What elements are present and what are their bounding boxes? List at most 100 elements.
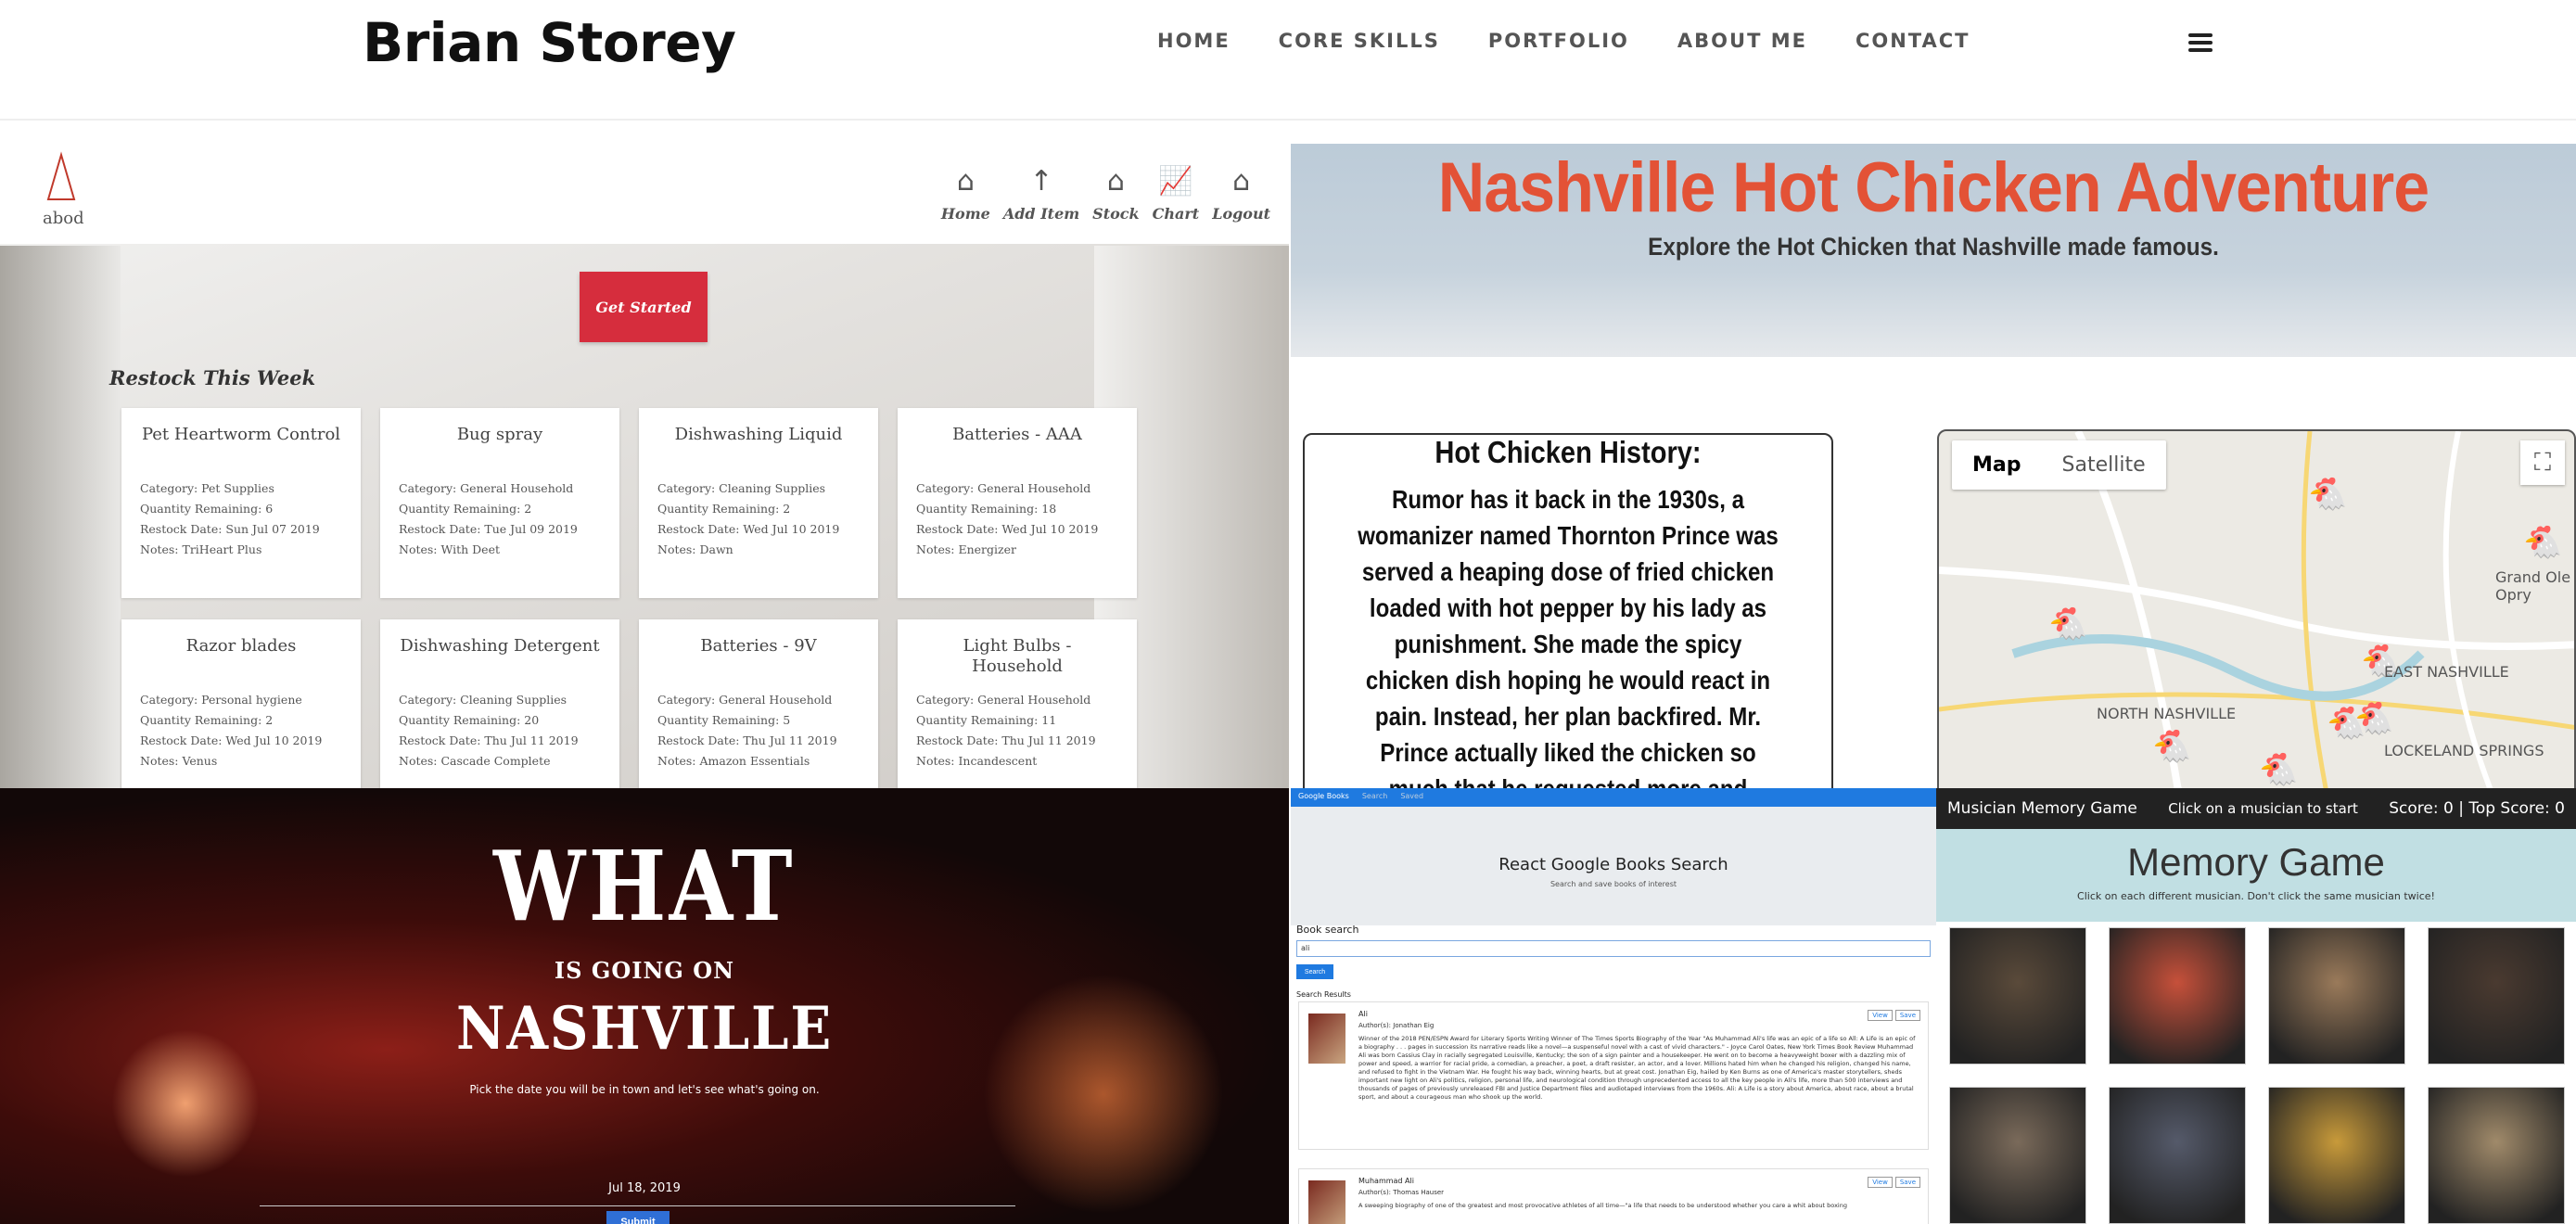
- restock-card[interactable]: Light Bulbs - Household Category: General…: [898, 619, 1137, 788]
- card-title: Light Bulbs - Household: [963, 636, 1072, 676]
- card-notes: Notes: Amazon Essentials: [657, 754, 810, 768]
- memory-grid: [1949, 927, 2565, 1224]
- fullscreen-icon[interactable]: ⛶: [2520, 440, 2565, 485]
- inv-nav-stock[interactable]: ⌂ Stock: [1092, 166, 1139, 223]
- restock-card[interactable]: Razor blades Category: Personal hygiene Qu…: [121, 619, 361, 788]
- portfolio-tile-hot-chicken[interactable]: Nashville Hot Chicken Adventure Explore …: [1291, 144, 2576, 788]
- memory-subtitle: Click on each different musician. Don't …: [2077, 890, 2435, 902]
- book-result: Muhammad Ali Author(s): Thomas Hauser A …: [1298, 1168, 1929, 1224]
- map-tab-satellite[interactable]: Satellite: [2042, 440, 2166, 490]
- restock-card[interactable]: Dishwashing Detergent Category: Cleaning …: [380, 619, 619, 788]
- memory-header: Memory Game Click on each different musi…: [1936, 829, 2576, 922]
- chicken-marker-icon[interactable]: 🐔: [2354, 700, 2393, 737]
- books-jumbotron: React Google Books Search Search and sav…: [1291, 807, 1936, 925]
- memory-score: Score: 0 | Top Score: 0: [2389, 799, 2565, 818]
- book-search-input[interactable]: ali: [1296, 940, 1931, 957]
- book-cover: [1308, 1180, 1345, 1224]
- up-arrow-icon: ↑: [1029, 165, 1053, 198]
- inv-nav-logout[interactable]: ⌂ Logout: [1212, 166, 1270, 223]
- card-restock-date: Restock Date: Wed Jul 10 2019: [916, 522, 1099, 536]
- book-title: Muhammad Ali: [1358, 1177, 1414, 1185]
- musician-portrait-2[interactable]: [2109, 927, 2246, 1065]
- card-notes: Notes: With Deet: [399, 542, 500, 556]
- card-category: Category: General Household: [399, 481, 574, 495]
- brand-title[interactable]: Brian Storey: [363, 11, 736, 74]
- card-category: Category: General Household: [657, 693, 833, 707]
- chicken-marker-icon[interactable]: 🐔: [2523, 524, 2562, 561]
- chicken-marker-icon[interactable]: 🐔: [2308, 476, 2347, 513]
- section-title: Restock This Week: [109, 366, 316, 389]
- view-button[interactable]: View: [1868, 1177, 1893, 1188]
- restock-card[interactable]: Batteries - 9V Category: General Househol…: [639, 619, 878, 788]
- nav-home[interactable]: HOME: [1157, 30, 1231, 52]
- search-results-label: Search Results: [1296, 990, 1351, 999]
- card-notes: Notes: Dawn: [657, 542, 733, 556]
- history-text: Rumor has it back in the 1930s, a womani…: [1358, 485, 1779, 788]
- inv-nav-add-item[interactable]: ↑ Add Item: [1003, 166, 1079, 223]
- restock-card[interactable]: Bug spray Category: General Household Quan…: [380, 408, 619, 598]
- musician-portrait-3[interactable]: [2268, 927, 2405, 1065]
- card-restock-date: Restock Date: Thu Jul 11 2019: [916, 733, 1096, 747]
- card-restock-date: Restock Date: Thu Jul 11 2019: [657, 733, 837, 747]
- books-brand[interactable]: Google Books: [1298, 792, 1349, 803]
- date-input[interactable]: Jul 18, 2019: [0, 1181, 1289, 1195]
- hamburger-menu-icon[interactable]: [2188, 33, 2213, 52]
- inv-nav-chart[interactable]: 📈 Chart: [1153, 166, 1200, 223]
- save-button[interactable]: Save: [1894, 1177, 1920, 1188]
- chicken-marker-icon[interactable]: 🐔: [2048, 606, 2087, 643]
- portfolio-tile-nashville-events[interactable]: WHAT IS GOING ON NASHVILLE Pick the date…: [0, 788, 1289, 1224]
- memory-hint: Click on a musician to start: [2168, 800, 2358, 817]
- card-restock-date: Restock Date: Tue Jul 09 2019: [399, 522, 578, 536]
- portfolio-tile-memory-game[interactable]: Musician Memory Game Click on a musician…: [1936, 788, 2576, 1224]
- card-quantity: Quantity Remaining: 20: [399, 713, 540, 727]
- submit-button[interactable]: Submit: [606, 1211, 670, 1224]
- chicken-banner: Nashville Hot Chicken Adventure Explore …: [1291, 144, 2576, 357]
- nav-contact[interactable]: CONTACT: [1855, 30, 1970, 52]
- portfolio-tile-inventory[interactable]: abode ⌂Home ↑Add Item ⌂Stock 📈Chart ⌂Log…: [0, 144, 1289, 788]
- card-quantity: Quantity Remaining: 6: [140, 502, 274, 516]
- headline-nashville: NASHVILLE: [455, 994, 834, 1064]
- map-tab-map[interactable]: Map: [1952, 440, 2042, 490]
- portfolio-tile-google-books[interactable]: Google Books Search Saved React Google B…: [1291, 788, 1936, 1224]
- books-nav-search[interactable]: Search: [1362, 792, 1387, 803]
- card-title: Dishwashing Detergent: [400, 636, 600, 656]
- musician-portrait-8[interactable]: [2428, 1087, 2565, 1224]
- map-label: EAST NASHVILLE: [2384, 663, 2509, 681]
- card-quantity: Quantity Remaining: 11: [916, 713, 1057, 727]
- map-type-tabs: Map Satellite: [1952, 440, 2166, 490]
- date-prompt: Pick the date you will be in town and le…: [469, 1083, 820, 1096]
- restock-card[interactable]: Batteries - AAA Category: General Househo…: [898, 408, 1137, 598]
- nav-about-me[interactable]: ABOUT ME: [1677, 30, 1807, 52]
- card-notes: Notes: TriHeart Plus: [140, 542, 262, 556]
- musician-portrait-4[interactable]: [2428, 927, 2565, 1065]
- svg-text:abode: abode: [43, 209, 83, 228]
- musician-portrait-5[interactable]: [1949, 1087, 2086, 1224]
- site-header: Brian Storey HOME CORE SKILLS PORTFOLIO …: [0, 0, 2576, 121]
- musician-portrait-7[interactable]: [2268, 1087, 2405, 1224]
- view-button[interactable]: View: [1868, 1010, 1893, 1021]
- inv-nav-home[interactable]: ⌂ Home: [941, 166, 990, 223]
- restock-card[interactable]: Dishwashing Liquid Category: Cleaning Sup…: [639, 408, 878, 598]
- card-category: Category: Cleaning Supplies: [399, 693, 567, 707]
- book-search-button[interactable]: Search: [1296, 964, 1333, 979]
- chicken-marker-icon[interactable]: 🐔: [2259, 751, 2298, 788]
- nav-core-skills[interactable]: CORE SKILLS: [1279, 30, 1440, 52]
- headline-is-going-on: IS GOING ON: [554, 957, 735, 984]
- books-nav-saved[interactable]: Saved: [1400, 792, 1423, 803]
- card-notes: Notes: Incandescent: [916, 754, 1038, 768]
- chicken-marker-icon[interactable]: 🐔: [2152, 728, 2191, 765]
- map-label: LOCKELAND SPRINGS: [2384, 742, 2544, 759]
- save-button[interactable]: Save: [1894, 1010, 1920, 1021]
- restock-card[interactable]: Pet Heartworm Control Category: Pet Suppl…: [121, 408, 361, 598]
- google-map[interactable]: Map Satellite ⛶ 🐔 🐔 🐔 🐔 🐔 🐔 🐔 🐔 Grand Ol…: [1937, 429, 2576, 788]
- memory-navbar: Musician Memory Game Click on a musician…: [1936, 788, 2576, 829]
- nav-portfolio[interactable]: PORTFOLIO: [1488, 30, 1629, 52]
- house-icon: ⌂: [956, 165, 975, 198]
- musician-portrait-1[interactable]: [1949, 927, 2086, 1065]
- card-restock-date: Restock Date: Sun Jul 07 2019: [140, 522, 320, 536]
- book-result: Ali Author(s): Jonathan Eig Winner of th…: [1298, 1001, 1929, 1150]
- get-started-button[interactable]: Get Started: [580, 272, 708, 342]
- memory-brand: Musician Memory Game: [1947, 799, 2137, 818]
- book-title: Ali: [1358, 1010, 1368, 1018]
- musician-portrait-6[interactable]: [2109, 1087, 2246, 1224]
